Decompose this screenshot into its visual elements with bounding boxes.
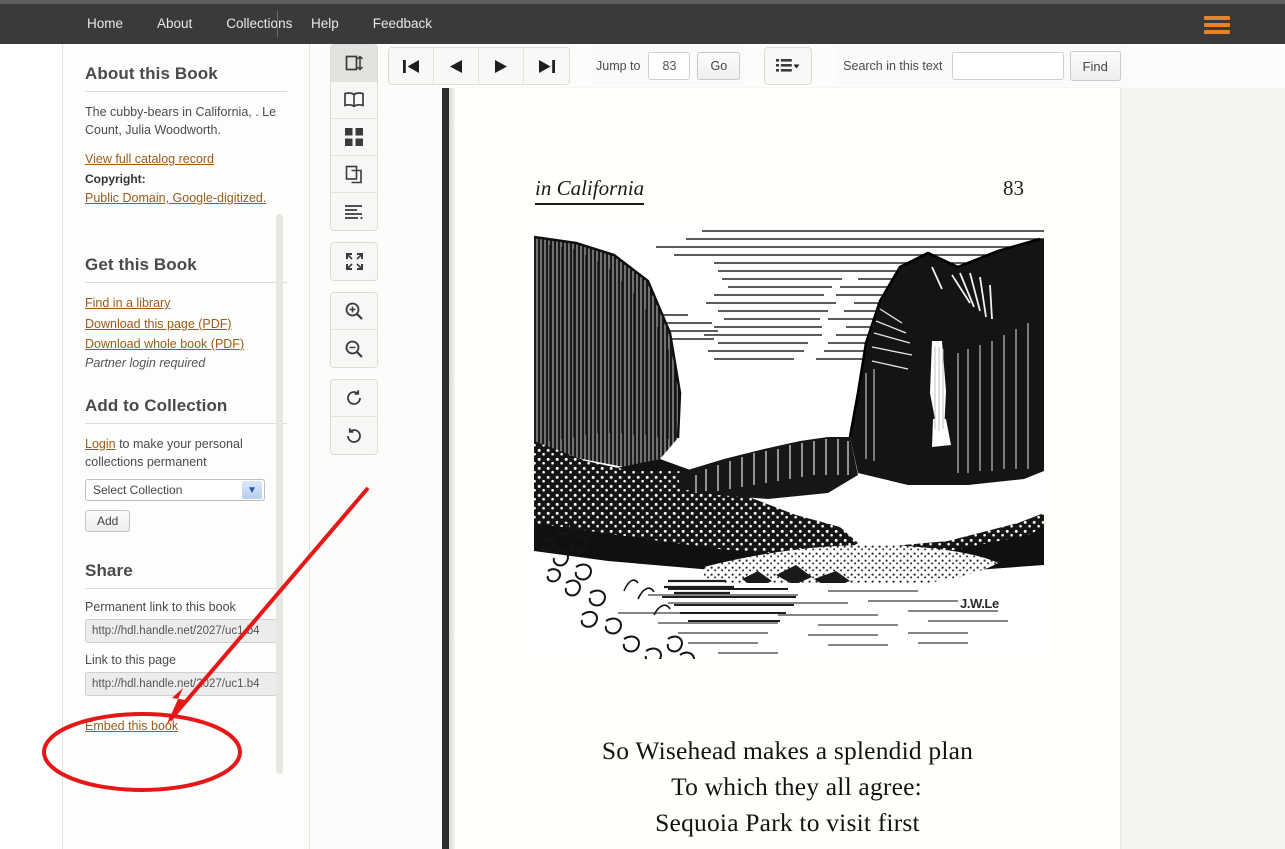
fullscreen-group [330,242,378,281]
view-mode-group [330,44,378,231]
collection-divider [85,423,287,425]
copyright-label: Copyright: [85,172,146,187]
nav-home[interactable]: Home [70,4,140,44]
skip-to-first-icon[interactable] [389,48,434,84]
page-link-label: Link to this page [85,653,177,668]
go-button[interactable]: Go [697,52,741,80]
get-divider [85,282,287,284]
rotate-group [330,379,378,455]
page-poem-text: So Wisehead makes a splendid plan To whi… [455,733,1120,849]
book-info-sidebar: About this Book The cubby-bears in Calif… [62,44,310,849]
collection-login-prompt: Login to make your personal collections … [85,435,287,471]
thumbnail-grid-icon[interactable] [331,119,377,156]
download-book-pdf-link[interactable]: Download whole book (PDF) [85,337,244,351]
select-collection-value: Select Collection [93,483,183,498]
search-group: Search in this text Find [837,47,1127,85]
permanent-link-label: Permanent link to this book [85,600,236,615]
about-divider [85,91,287,92]
search-input[interactable] [951,52,1064,80]
get-this-book-links: Find in a library Download this page (PD… [85,294,287,353]
share-divider [85,588,287,590]
about-this-book-heading: About this Book [85,64,218,83]
get-this-book-heading: Get this Book [85,255,197,275]
add-to-collection-heading: Add to Collection [85,396,228,416]
download-page-pdf-link[interactable]: Download this page (PDF) [85,317,232,331]
two-page-spread-icon[interactable] [331,82,377,119]
page-link-field[interactable]: http://hdl.handle.net/2027/uc1.b4 [85,672,277,697]
nav-about[interactable]: About [140,4,209,44]
scanned-page-area[interactable]: in California 83 J.W.Le So Wisehead make… [455,88,1285,849]
sidebar-scrollbar[interactable] [276,214,283,774]
primary-nav-group: Home About Collections [70,4,309,44]
book-citation: The cubby-bears in California, . Le Coun… [85,105,277,138]
page-viewer: Jump to Go Search in this text Find [310,44,1285,849]
zoom-group [330,292,378,368]
viewer-tool-column [330,44,378,466]
embed-this-book-link[interactable]: Embed this book [85,719,178,733]
rotate-clockwise-icon[interactable] [331,417,377,454]
zoom-out-icon[interactable] [331,330,377,367]
jump-to-group: Jump to Go [592,47,745,85]
add-to-collection-button[interactable]: Add [85,510,131,533]
catalog-link-wrap: View full catalog record [85,150,287,168]
view-full-catalog-record-link[interactable]: View full catalog record [85,152,214,166]
nav-feedback[interactable]: Feedback [356,11,449,37]
fullscreen-icon[interactable] [331,243,377,280]
select-collection-dropdown[interactable]: Select Collection ▼ [85,479,265,502]
poem-line-2: To which they all agree: [671,772,922,802]
jump-to-label: Jump to [596,59,641,73]
top-navigation-bar: Home About Collections Help Feedback [0,0,1285,44]
poem-line-3: Sequoia Park to visit first [655,808,920,838]
viewer-divider [442,88,449,849]
zoom-in-icon[interactable] [331,293,377,330]
previous-page-icon[interactable] [434,48,479,84]
rotate-counterclockwise-icon[interactable] [331,380,377,417]
contents-list-icon[interactable] [764,47,813,85]
nav-help[interactable]: Help [294,11,356,37]
running-head-text: in California [535,176,645,205]
hamburger-icon[interactable] [1204,16,1230,34]
plain-text-icon[interactable] [331,193,377,230]
poem-line-1: So Wisehead makes a splendid plan [601,736,974,765]
scroll-pages-icon[interactable] [331,156,377,193]
jump-to-input[interactable] [648,52,691,80]
printed-page-number: 83 [1003,176,1024,200]
app-root: Home About Collections Help Feedback Abo… [0,0,1285,849]
page-sheet: in California 83 J.W.Le So Wisehead make… [455,88,1120,849]
share-heading: Share [85,561,133,581]
artist-signature: J.W.Le [960,596,999,611]
viewer-toolbar: Jump to Go Search in this text Find [388,44,1127,88]
poem-line-4: And then Yosemite. [455,842,1120,849]
find-in-library-link[interactable]: Find in a library [85,296,170,310]
find-button[interactable]: Find [1069,51,1121,81]
search-in-text-label: Search in this text [843,59,943,73]
page-fit-icon[interactable] [331,45,377,82]
permanent-link-field[interactable]: http://hdl.handle.net/2027/uc1.b4 [85,619,277,644]
yosemite-illustration [528,223,1048,693]
secondary-nav-group: Help Feedback [277,11,449,37]
copyright-link[interactable]: Public Domain, Google-digitized. [85,189,266,207]
login-link[interactable]: Login [85,435,116,453]
page-nav-group [388,47,570,85]
copyright-statement: Copyright: Public Domain, Google-digitiz… [85,171,287,207]
page-running-header: in California 83 [455,176,1120,205]
next-page-icon[interactable] [479,48,524,84]
chevron-down-icon: ▼ [242,481,262,500]
skip-to-last-icon[interactable] [524,48,569,84]
partner-login-note: Partner login required [85,356,206,371]
